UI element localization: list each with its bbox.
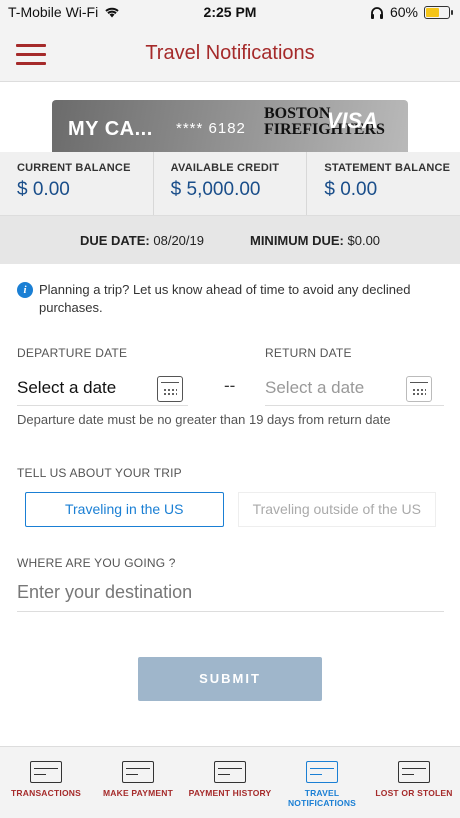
tab-traveling-outside-us[interactable]: Traveling outside of the US: [237, 492, 436, 527]
date-row: DEPARTURE DATE RETURN DATE Select a date…: [17, 344, 444, 406]
date-separator: --: [224, 376, 236, 395]
info-message: i Planning a trip? Let us know ahead of …: [17, 281, 437, 317]
destination-input[interactable]: Enter your destination: [17, 580, 444, 612]
return-date-field[interactable]: Select a date: [265, 376, 444, 406]
available-credit: AVAILABLE CREDIT $ 5,000.00: [154, 152, 308, 215]
status-bar: T-Mobile Wi-Fi 2:25 PM 60%: [0, 0, 460, 26]
minimum-due: MINIMUM DUE: $0.00: [249, 232, 381, 248]
trip-label: TELL US ABOUT YOUR TRIP: [17, 466, 182, 480]
destination-label: WHERE ARE YOU GOING ?: [17, 556, 176, 570]
due-date: DUE DATE: 08/20/19: [79, 232, 204, 248]
payment-icon: [122, 761, 154, 783]
travel-icon: [306, 761, 338, 783]
transactions-icon: [30, 761, 62, 783]
card-area: MY CA... **** 6182 BOSTON FIREFIGHTERS V…: [0, 82, 460, 152]
info-icon: i: [17, 282, 33, 298]
due-summary: DUE DATE: 08/20/19 MINIMUM DUE: $0.00: [0, 216, 460, 264]
tab-lost-or-stolen[interactable]: LOST OR STOLEN: [368, 747, 460, 818]
battery-percent: 60%: [389, 4, 418, 20]
bottom-tab-bar: TRANSACTIONS MAKE PAYMENT PAYMENT HISTOR…: [0, 746, 460, 818]
tab-payment-history[interactable]: PAYMENT HISTORY: [184, 747, 276, 818]
current-balance: CURRENT BALANCE $ 0.00: [0, 152, 154, 215]
trip-type-toggle: Traveling in the US Traveling outside of…: [25, 492, 436, 527]
departure-date-field[interactable]: Select a date: [17, 376, 187, 406]
card-number: **** 6182: [176, 120, 246, 137]
divider: [17, 405, 188, 406]
card-name: MY CA...: [68, 118, 153, 140]
battery-icon: [424, 5, 453, 19]
tab-transactions[interactable]: TRANSACTIONS: [0, 747, 92, 818]
credit-card-image: MY CA... **** 6182 BOSTON FIREFIGHTERS V…: [52, 100, 408, 152]
app-header: Travel Notifications: [0, 26, 460, 82]
statement-balance: STATEMENT BALANCE $ 0.00: [324, 162, 451, 200]
tab-traveling-us[interactable]: Traveling in the US: [25, 492, 224, 527]
warning-icon: [398, 761, 430, 783]
return-label: RETURN DATE: [265, 346, 352, 360]
date-hint: Departure date must be no greater than 1…: [17, 412, 391, 427]
visa-logo: VISA: [326, 108, 378, 133]
departure-label: DEPARTURE DATE: [17, 346, 128, 360]
page-title: Travel Notifications: [145, 42, 315, 64]
tab-travel-notifications[interactable]: TRAVEL NOTIFICATIONS: [276, 747, 368, 818]
calendar-icon[interactable]: [406, 376, 432, 402]
history-icon: [214, 761, 246, 783]
headphones-icon: [370, 6, 383, 19]
tab-make-payment[interactable]: MAKE PAYMENT: [92, 747, 184, 818]
balance-summary: CURRENT BALANCE $ 0.00 AVAILABLE CREDIT …: [0, 152, 460, 216]
status-right: 60%: [370, 4, 453, 20]
calendar-icon[interactable]: [157, 376, 183, 402]
submit-button[interactable]: SUBMIT: [138, 657, 322, 701]
